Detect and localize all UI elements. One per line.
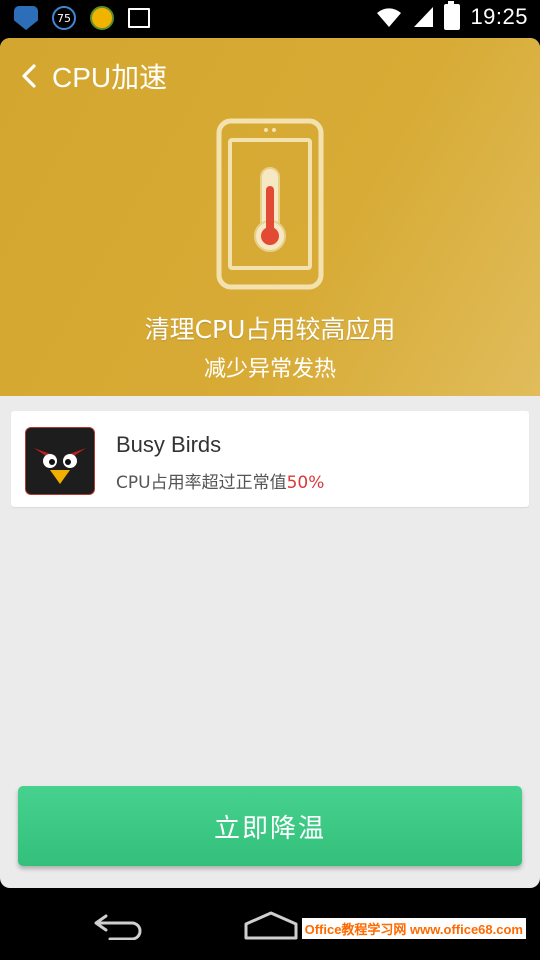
signal-icon bbox=[414, 7, 434, 27]
status-bar: 75 19:25 bbox=[0, 0, 540, 38]
back-nav-icon[interactable] bbox=[92, 910, 148, 940]
watermark: Office教程学习网 www.office68.com bbox=[301, 918, 526, 939]
app-name: Busy Birds bbox=[116, 432, 222, 457]
app-window: CPU加速 清理CPU占用较高应用 减少异常发热 Busy Birds CPU占… bbox=[0, 38, 540, 888]
app-cpu-usage-text: CPU占用率超过正常值 bbox=[116, 473, 287, 493]
page-title: CPU加速 bbox=[52, 62, 168, 93]
app-icon bbox=[25, 427, 95, 495]
app-cpu-usage: CPU占用率超过正常值50% bbox=[116, 468, 324, 493]
notification-badge-icon: 75 bbox=[52, 6, 76, 30]
security-shield-icon bbox=[14, 6, 38, 30]
app-notification-icon bbox=[90, 6, 114, 30]
list-item[interactable]: Busy Birds CPU占用率超过正常值50% bbox=[11, 411, 529, 507]
app-cpu-percent: 50% bbox=[286, 473, 325, 493]
status-time: 19:25 bbox=[470, 4, 528, 29]
home-nav-icon[interactable] bbox=[242, 910, 300, 940]
chevron-left-icon bbox=[22, 64, 36, 88]
phone-thermometer-icon bbox=[216, 118, 324, 290]
battery-icon bbox=[444, 1, 461, 30]
back-button[interactable]: CPU加速 bbox=[20, 54, 167, 98]
image-notification-icon bbox=[128, 8, 150, 28]
wifi-icon bbox=[377, 8, 402, 27]
header-banner: CPU加速 清理CPU占用较高应用 减少异常发热 bbox=[0, 38, 540, 396]
angry-bird-icon bbox=[26, 428, 94, 494]
system-icons: 19:25 bbox=[376, 1, 528, 30]
notification-icons: 75 bbox=[14, 6, 150, 30]
cool-down-button[interactable]: 立即降温 bbox=[18, 786, 522, 866]
headline: 清理CPU占用较高应用 bbox=[144, 315, 396, 344]
subheadline: 减少异常发热 bbox=[203, 357, 336, 382]
navigation-bar: Office教程学习网 www.office68.com bbox=[0, 888, 540, 960]
